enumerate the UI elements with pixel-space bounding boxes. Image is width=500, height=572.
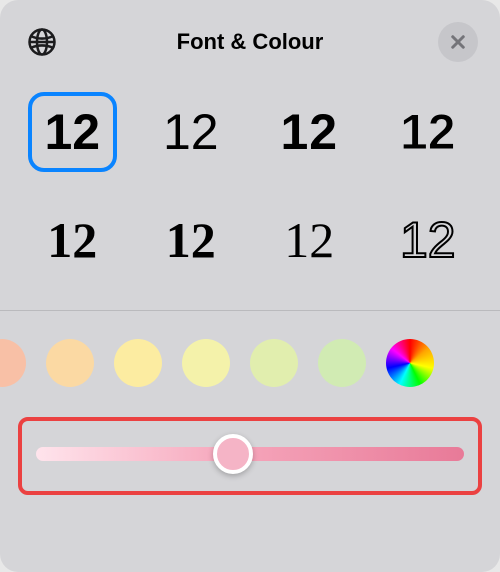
sheet-title: Font & Colour <box>62 29 438 55</box>
sheet-header: Font & Colour <box>0 0 500 72</box>
font-option-0[interactable]: 12 <box>28 92 117 172</box>
tint-slider-highlight <box>18 417 482 495</box>
color-swatch-0[interactable] <box>0 339 26 387</box>
color-swatch-4[interactable] <box>250 339 298 387</box>
color-swatch-1[interactable] <box>46 339 94 387</box>
font-grid: 12 12 12 12 12 12 12 12 <box>0 72 500 310</box>
color-picker-button[interactable] <box>386 339 434 387</box>
color-swatch-3[interactable] <box>182 339 230 387</box>
color-swatch-row <box>0 339 500 387</box>
font-option-2[interactable]: 12 <box>265 92 354 172</box>
globe-button[interactable] <box>22 22 62 62</box>
tint-slider-thumb[interactable] <box>213 434 253 474</box>
color-swatch-2[interactable] <box>114 339 162 387</box>
color-section <box>0 311 500 529</box>
close-icon <box>449 33 467 51</box>
font-option-4[interactable]: 12 <box>28 200 117 280</box>
color-swatch-5[interactable] <box>318 339 366 387</box>
font-option-1[interactable]: 12 <box>147 92 236 172</box>
font-option-5[interactable]: 12 <box>147 200 236 280</box>
font-option-3[interactable]: 12 <box>384 92 473 172</box>
tint-slider[interactable] <box>36 447 464 461</box>
font-colour-sheet: Font & Colour 12 12 12 12 12 12 12 12 <box>0 0 500 572</box>
globe-icon <box>27 27 57 57</box>
font-option-7[interactable]: 12 <box>384 200 473 280</box>
close-button[interactable] <box>438 22 478 62</box>
font-option-6[interactable]: 12 <box>265 200 354 280</box>
